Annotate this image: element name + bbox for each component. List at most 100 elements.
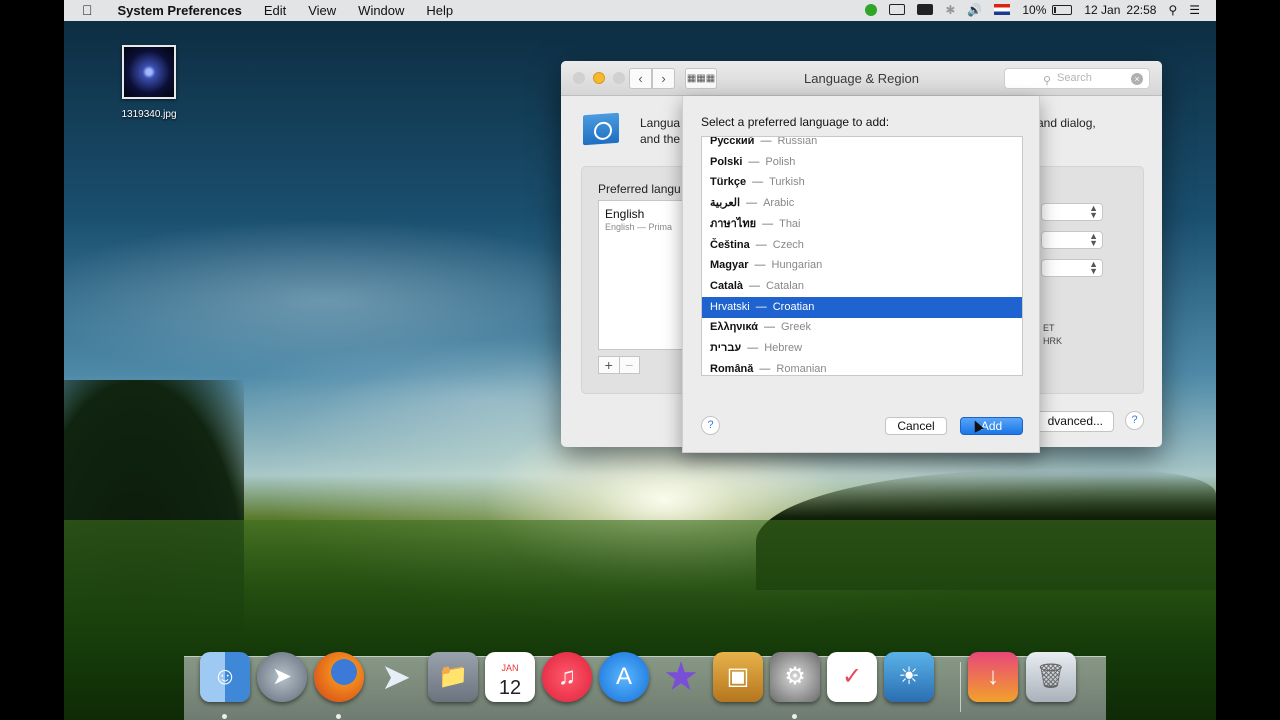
first-day-popup[interactable]: ▲ ▼	[1041, 231, 1103, 249]
time-format-sample: ET	[1043, 323, 1055, 333]
menu-bar:  System Preferences Edit View Window He…	[64, 0, 1216, 21]
currency-sample: HRK	[1043, 336, 1063, 346]
popup-arrows-icon: ▲ ▼	[1089, 203, 1098, 220]
language-english-name: Arabic	[763, 197, 795, 210]
spotlight-search-icon[interactable]: ⚲	[1162, 0, 1183, 21]
calendar-popup[interactable]: ▲ ▼	[1041, 259, 1103, 277]
apple-menu-icon[interactable]: 	[64, 0, 107, 21]
system-preferences-icon[interactable]: ⚙	[770, 652, 820, 702]
sheet-help-button[interactable]: ?	[701, 416, 720, 435]
clear-search-icon[interactable]: ×	[1131, 73, 1143, 85]
status-green-icon[interactable]	[859, 0, 883, 21]
search-field[interactable]: ⚲ Search ×	[1004, 68, 1150, 89]
downloads-stack-icon[interactable]: ↓	[968, 652, 1018, 702]
description-line-1: Langua	[640, 116, 681, 130]
language-row[interactable]: Polski — Polish	[702, 152, 1022, 173]
iphoto-icon[interactable]: ▣	[713, 652, 763, 702]
language-separator: —	[749, 279, 761, 292]
language-row[interactable]: Română — Romanian	[702, 359, 1022, 375]
app-store-icon[interactable]: A	[599, 652, 649, 702]
trash-icon[interactable]: 🗑	[1026, 652, 1076, 702]
description-line-2: and the	[640, 132, 681, 146]
language-row[interactable]: Čeština — Czech	[702, 235, 1022, 256]
mail-send-icon[interactable]: ➤	[371, 652, 421, 702]
launchpad-icon[interactable]: ➤	[257, 652, 307, 702]
clock-date[interactable]: 12 Jan	[1078, 0, 1126, 21]
window-titlebar[interactable]: Language & Region ‹ › ▦▦▦ ⚲ Search ×	[561, 61, 1162, 96]
preferred-languages-list[interactable]: English English — Prima	[598, 200, 688, 350]
language-row[interactable]: Ελληνικά — Greek	[702, 317, 1022, 338]
language-row[interactable]: Hrvatski — Croatian	[702, 296, 1022, 318]
battery-icon[interactable]	[1052, 0, 1078, 21]
cancel-button[interactable]: Cancel	[885, 417, 947, 435]
menu-app-name[interactable]: System Preferences	[107, 0, 253, 21]
language-row[interactable]: Русский — Russian	[702, 136, 1022, 152]
zoom-window-button[interactable]	[613, 72, 625, 84]
language-native-name: Română	[710, 362, 754, 375]
clock-time[interactable]: 22:58	[1126, 0, 1162, 21]
image-file-thumbnail[interactable]	[122, 45, 176, 99]
menu-help[interactable]: Help	[415, 0, 464, 21]
language-row[interactable]: Català — Catalan	[702, 276, 1022, 297]
language-english-name: Turkish	[769, 176, 805, 189]
minimize-window-button[interactable]	[593, 72, 605, 84]
language-english-name: Romanian	[776, 362, 827, 375]
language-separator: —	[755, 238, 767, 251]
language-region-flag-icon	[583, 112, 619, 146]
language-native-name: العربية	[710, 197, 741, 210]
popup-arrows-icon: ▲ ▼	[1089, 231, 1098, 248]
language-native-name: עברית	[710, 342, 742, 354]
language-english-name: Polish	[765, 155, 796, 168]
app-status-icon[interactable]	[911, 0, 939, 21]
menu-view[interactable]: View	[297, 0, 347, 21]
language-native-name: Русский	[710, 136, 755, 147]
help-button[interactable]: ?	[1125, 411, 1144, 430]
language-native-name: Ελληνικά	[710, 321, 758, 334]
language-native-name: Hrvatski	[710, 300, 750, 313]
remove-language-button[interactable]: −	[618, 357, 640, 373]
input-source-flag-icon[interactable]	[988, 0, 1016, 21]
firefox-icon[interactable]	[314, 652, 364, 702]
folder-icon[interactable]: 📁	[428, 652, 478, 702]
language-row[interactable]: العربية — Arabic	[702, 193, 1022, 214]
battery-percent[interactable]: 10%	[1016, 0, 1052, 21]
language-choice-list[interactable]: Русский — Russian Polski — Polish Türkçe — Turki…	[701, 136, 1023, 376]
calendar-icon[interactable]: JAN 12	[485, 652, 535, 702]
add-remove-language-control: + −	[598, 356, 640, 374]
language-row[interactable]: Türkçe — Turkish	[702, 172, 1022, 193]
volume-icon[interactable]: 🔊	[961, 0, 988, 21]
close-window-button[interactable]	[573, 72, 585, 84]
show-all-grid-button[interactable]: ▦▦▦	[685, 68, 717, 89]
finder-icon[interactable]: ☺	[200, 652, 250, 702]
language-item-english[interactable]: English	[605, 207, 644, 221]
bluetooth-icon[interactable]: ✱	[939, 0, 961, 21]
language-item-subtitle: English — Prima	[605, 222, 673, 232]
screen-icon[interactable]	[883, 0, 911, 21]
pocket-icon[interactable]: ✓	[827, 652, 877, 702]
status-area: ✱ 🔊 10% 12 Jan 22:58 ⚲ ☰	[859, 0, 1216, 21]
imovie-star-icon[interactable]: ★	[656, 652, 706, 702]
menu-edit[interactable]: Edit	[253, 0, 297, 21]
menu-window[interactable]: Window	[347, 0, 415, 21]
weather-icon[interactable]: ☀	[884, 652, 934, 702]
add-language-button[interactable]: +	[599, 357, 619, 373]
language-row[interactable]: Magyar — Hungarian	[702, 255, 1022, 276]
language-english-name: Croatian	[772, 300, 815, 313]
forward-button[interactable]: ›	[652, 68, 675, 89]
language-native-name: Català	[710, 279, 744, 292]
advanced-button[interactable]: dvanced...	[1032, 411, 1114, 432]
desktop-file[interactable]: 1319340.jpg	[104, 45, 194, 120]
language-separator: —	[754, 259, 766, 272]
back-button[interactable]: ‹	[629, 68, 652, 89]
firefox-running-indicator	[336, 714, 341, 719]
notification-center-icon[interactable]: ☰	[1183, 0, 1206, 21]
desktop-file-label[interactable]: 1319340.jpg	[104, 109, 194, 120]
search-icon: ⚲	[1043, 75, 1052, 87]
add-button[interactable]: Add	[960, 417, 1023, 435]
itunes-icon[interactable]: ♫	[542, 652, 592, 702]
language-row[interactable]: עברית — Hebrew	[702, 338, 1022, 359]
desktop-screen:  System Preferences Edit View Window He…	[64, 0, 1216, 720]
language-row[interactable]: ภาษาไทย — Thai	[702, 214, 1022, 235]
region-popup[interactable]: ▲ ▼	[1041, 203, 1103, 221]
language-native-name: ภาษาไทย	[710, 217, 757, 230]
